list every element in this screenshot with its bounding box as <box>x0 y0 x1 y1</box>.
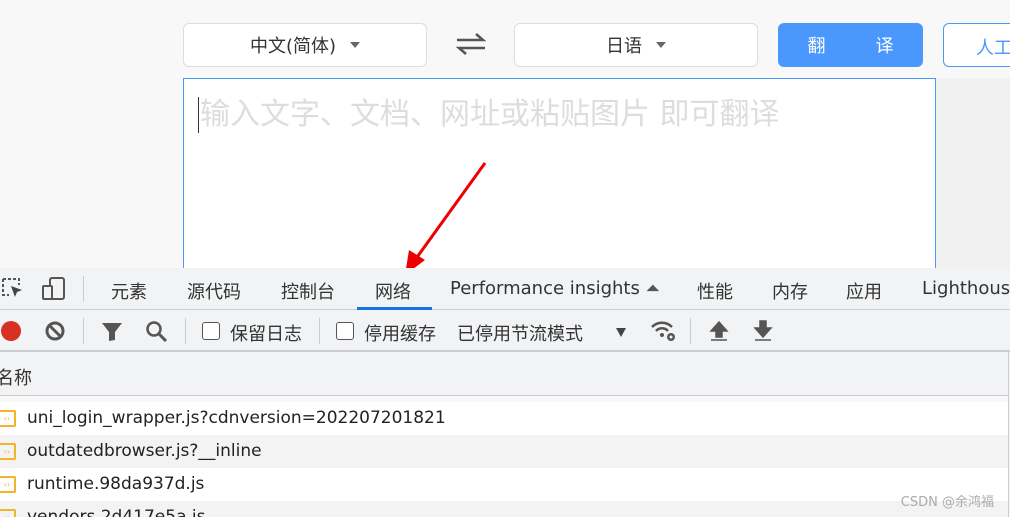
search-icon[interactable] <box>145 320 168 347</box>
script-file-icon: ‹› <box>0 509 16 517</box>
source-language-label: 中文(简体) <box>249 36 337 57</box>
import-har-icon[interactable] <box>709 320 729 347</box>
divider <box>185 318 186 344</box>
clear-icon[interactable] <box>45 321 65 346</box>
divider <box>83 318 84 344</box>
input-placeholder: 输入文字、文档、网址或粘贴图片 即可翻译 <box>198 97 780 133</box>
script-file-icon: ‹› <box>0 476 16 493</box>
target-language-select[interactable]: 日语 <box>514 23 758 67</box>
request-name: outdatedbrowser.js?__inline <box>27 441 262 461</box>
request-name: vendors.2d417e5a.js <box>27 507 206 517</box>
divider <box>83 276 84 302</box>
source-text-input[interactable]: 输入文字、文档、网址或粘贴图片 即可翻译 <box>183 78 936 273</box>
request-name: uni_login_wrapper.js?cdnversion=20220720… <box>27 408 446 428</box>
filter-icon[interactable] <box>101 322 123 347</box>
disable-cache-label: 停用缓存 <box>364 324 436 345</box>
request-row[interactable]: ‹› uni_login_wrapper.js?cdnversion=202207… <box>0 402 1008 435</box>
tab-console[interactable]: 控制台 <box>281 278 335 304</box>
request-row[interactable]: ‹› vendors.2d417e5a.js <box>0 501 1008 517</box>
tab-elements[interactable]: 元素 <box>111 278 147 304</box>
translate-button[interactable]: 翻 译 <box>778 23 923 67</box>
name-column-header[interactable]: 名称 <box>0 352 1008 396</box>
network-conditions-icon[interactable] <box>650 320 678 347</box>
tab-lighthouse[interactable]: Lighthouse <box>922 278 1010 299</box>
request-row[interactable]: ‹› outdatedbrowser.js?__inline <box>0 435 1008 468</box>
inspect-element-icon[interactable] <box>2 278 24 305</box>
tab-sources[interactable]: 源代码 <box>187 278 241 304</box>
chevron-down-icon[interactable] <box>616 328 626 337</box>
output-panel <box>936 78 1010 273</box>
throttling-select[interactable]: 已停用节流模式 <box>457 320 583 346</box>
column-divider <box>1008 352 1009 517</box>
disable-cache-checkbox[interactable] <box>336 322 354 340</box>
record-icon[interactable] <box>1 321 21 341</box>
divider <box>690 318 691 344</box>
tab-memory[interactable]: 内存 <box>772 278 808 304</box>
tab-performance[interactable]: 性能 <box>697 278 733 304</box>
source-language-select[interactable]: 中文(简体) <box>183 23 427 67</box>
request-row[interactable]: ‹› runtime.98da937d.js <box>0 468 1008 501</box>
tab-label: Performance insights <box>450 278 640 299</box>
flask-icon: ⏶ <box>645 278 660 299</box>
export-har-icon[interactable] <box>753 320 773 347</box>
human-translation-button[interactable]: 人工 <box>943 23 1010 67</box>
divider <box>319 318 320 344</box>
tab-network[interactable]: 网络 <box>375 278 411 304</box>
preserve-log-label: 保留日志 <box>230 324 302 345</box>
chevron-down-icon <box>656 42 666 48</box>
swap-languages-icon[interactable] <box>455 30 487 62</box>
device-toolbar-icon[interactable] <box>42 277 66 306</box>
request-name: runtime.98da937d.js <box>27 474 205 494</box>
target-language-label: 日语 <box>606 36 642 57</box>
tab-performance-insights[interactable]: Performance insights ⏶ <box>450 278 660 299</box>
chevron-down-icon <box>350 42 361 48</box>
network-toolbar: 保留日志 停用缓存 已停用节流模式 <box>0 310 1010 352</box>
preserve-log-checkbox[interactable] <box>202 322 220 340</box>
devtools-tab-bar: 元素 源代码 控制台 网络 Performance insights ⏶ 性能 … <box>0 268 1010 310</box>
tab-application[interactable]: 应用 <box>846 278 882 304</box>
watermark: CSDN @余鸿福 <box>900 495 994 510</box>
script-file-icon: ‹› <box>0 443 16 460</box>
annotation-arrow <box>405 162 487 275</box>
script-file-icon: ‹› <box>0 410 16 427</box>
column-header-label: 名称 <box>0 368 32 389</box>
